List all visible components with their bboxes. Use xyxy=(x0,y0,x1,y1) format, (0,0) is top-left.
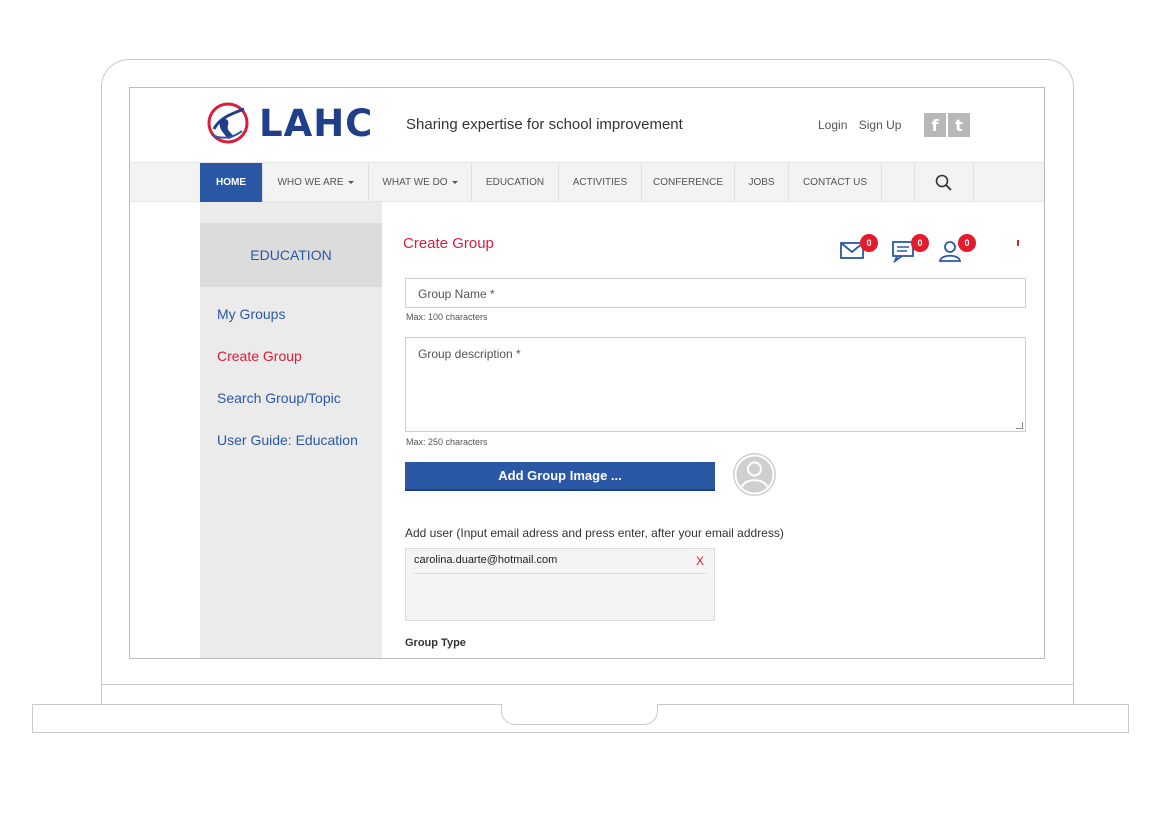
logo-text: LAHC xyxy=(259,101,374,145)
nav-item-label: EDUCATION xyxy=(485,177,545,188)
nav-item-activities[interactable]: ACTIVITIES xyxy=(559,163,642,202)
remove-email-button[interactable]: X xyxy=(696,554,704,568)
signup-link[interactable]: Sign Up xyxy=(859,118,902,132)
mail-notification[interactable]: 0 xyxy=(840,234,878,262)
sidebar-item-search-group[interactable]: Search Group/Topic xyxy=(217,390,382,432)
red-marker xyxy=(1017,240,1019,246)
site-logo[interactable]: LAHC xyxy=(206,99,373,147)
nav-item-conference[interactable]: CONFERENCE xyxy=(642,163,735,202)
nav-item-contact-us[interactable]: CONTACT US xyxy=(789,163,882,202)
user-requests-badge: 0 xyxy=(958,234,976,252)
main-nav: HOME WHO WE ARE WHAT WE DO EDUCATION ACTIVIT… xyxy=(130,162,1044,202)
page-title: Create Group xyxy=(403,235,494,252)
email-tag-value: carolina.duarte@hotmail.com xyxy=(414,554,558,566)
messages-notification[interactable]: 0 xyxy=(891,234,929,263)
nav-item-label: JOBS xyxy=(748,177,775,188)
sidebar-heading: EDUCATION xyxy=(200,223,382,287)
logo-globe-icon xyxy=(206,99,250,147)
group-type-label: Group Type xyxy=(405,637,466,649)
laptop-notch xyxy=(501,704,658,725)
nav-item-label: WHAT WE DO xyxy=(382,177,448,188)
messages-badge: 0 xyxy=(911,234,929,252)
nav-item-label: CONFERENCE xyxy=(652,177,723,188)
nav-item-home[interactable]: HOME xyxy=(200,163,263,202)
nav-item-what-we-do[interactable]: WHAT WE DO xyxy=(369,163,472,202)
social-links: f t xyxy=(924,113,970,137)
nav-item-label: CONTACT US xyxy=(802,177,868,188)
group-name-hint: Max: 100 characters xyxy=(406,312,488,322)
add-group-image-button[interactable]: Add Group Image ... xyxy=(405,462,715,491)
sidebar: EDUCATION My Groups Create Group Search … xyxy=(200,202,382,658)
laptop-chin xyxy=(101,684,1074,685)
nav-item-education[interactable]: EDUCATION xyxy=(472,163,559,202)
group-description-placeholder: Group description * xyxy=(418,347,521,361)
sidebar-item-user-guide[interactable]: User Guide: Education xyxy=(217,432,382,474)
group-description-textarea[interactable]: Group description * xyxy=(405,337,1026,432)
facebook-icon[interactable]: f xyxy=(924,113,946,137)
mail-badge: 0 xyxy=(860,234,878,252)
chevron-down-icon xyxy=(347,181,354,184)
nav-item-jobs[interactable]: JOBS xyxy=(735,163,789,202)
login-link[interactable]: Login xyxy=(818,118,847,132)
nav-item-who-we-are[interactable]: WHO WE ARE xyxy=(263,163,369,202)
twitter-icon[interactable]: t xyxy=(948,113,970,137)
sidebar-item-create-group[interactable]: Create Group xyxy=(217,348,382,390)
email-tag: carolina.duarte@hotmail.com X xyxy=(414,554,706,574)
site-tagline: Sharing expertise for school improvement xyxy=(406,116,683,133)
resize-handle-icon[interactable] xyxy=(1016,422,1023,429)
nav-item-label: WHO WE ARE xyxy=(277,177,344,188)
chevron-down-icon xyxy=(451,181,458,184)
add-user-label: Add user (Input email adress and press e… xyxy=(405,526,784,540)
group-name-input[interactable]: Group Name * xyxy=(405,278,1026,308)
user-requests-notification[interactable]: 0 xyxy=(938,234,976,262)
search-icon[interactable] xyxy=(914,163,974,202)
browser-screen: LAHC Sharing expertise for school improv… xyxy=(129,87,1045,659)
sidebar-item-my-groups[interactable]: My Groups xyxy=(217,306,382,348)
nav-item-label: HOME xyxy=(216,177,246,188)
add-user-input[interactable]: carolina.duarte@hotmail.com X xyxy=(405,548,715,621)
group-avatar-placeholder-icon xyxy=(733,453,776,496)
group-description-hint: Max: 250 characters xyxy=(406,437,488,447)
auth-links: Login Sign Up xyxy=(818,118,909,132)
nav-item-label: ACTIVITIES xyxy=(572,177,628,188)
